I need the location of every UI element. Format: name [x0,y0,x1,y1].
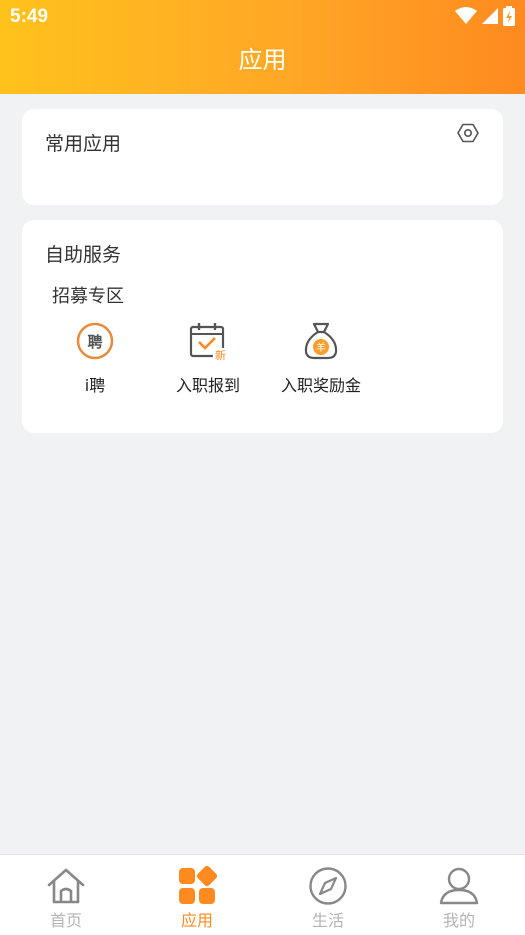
app-label: 入职奖励金 [280,376,361,395]
money-glyph: 羊 [316,341,326,354]
wifi-icon [455,7,477,24]
battery-icon [503,6,515,26]
settings-button[interactable] [455,120,481,146]
calendar-badge-glyph: 新 [215,348,226,362]
self-service-title: 自助服务 [45,244,122,266]
tab-apps[interactable]: 应用 [147,865,247,931]
common-apps-title: 常用应用 [45,133,122,155]
tab-label: 生活 [311,911,344,930]
app-item-onboarding[interactable]: 新 入职报到 [153,318,263,396]
app-header: 5:49 应用 [0,0,525,94]
tab-life[interactable]: 生活 [278,865,378,931]
status-icons [455,6,515,26]
compass-icon [278,865,378,907]
tab-label: 首页 [49,911,82,930]
money-bag-icon: 羊 [266,318,376,364]
bottom-tab-bar: 首页 应用 生活 我的 [0,854,525,935]
tab-label: 我的 [442,911,475,930]
app-item-ipin[interactable]: 聘 i聘 [40,318,150,396]
signal-icon [482,8,498,24]
common-apps-card: 常用应用 [22,109,503,205]
recruit-icon: 聘 [40,318,150,364]
recruit-section-label: 招募专区 [52,286,124,307]
app-label: i聘 [84,376,106,395]
tab-mine[interactable]: 我的 [409,865,509,931]
calendar-check-icon: 新 [153,318,263,364]
recruit-glyph: 聘 [87,333,102,351]
page-title: 应用 [238,46,287,74]
home-icon [16,865,116,907]
app-item-onboarding-bonus[interactable]: 羊 入职奖励金 [266,318,376,396]
user-icon [409,865,509,907]
self-service-card: 自助服务 招募专区 聘 i聘 新 入职报到 羊 入职奖励金 [22,220,503,433]
settings-hex-icon [457,123,479,143]
status-time: 5:49 [10,6,49,27]
app-label: 入职报到 [175,376,240,395]
apps-icon [147,865,247,907]
tab-label: 应用 [180,911,213,930]
tab-home[interactable]: 首页 [16,865,116,931]
